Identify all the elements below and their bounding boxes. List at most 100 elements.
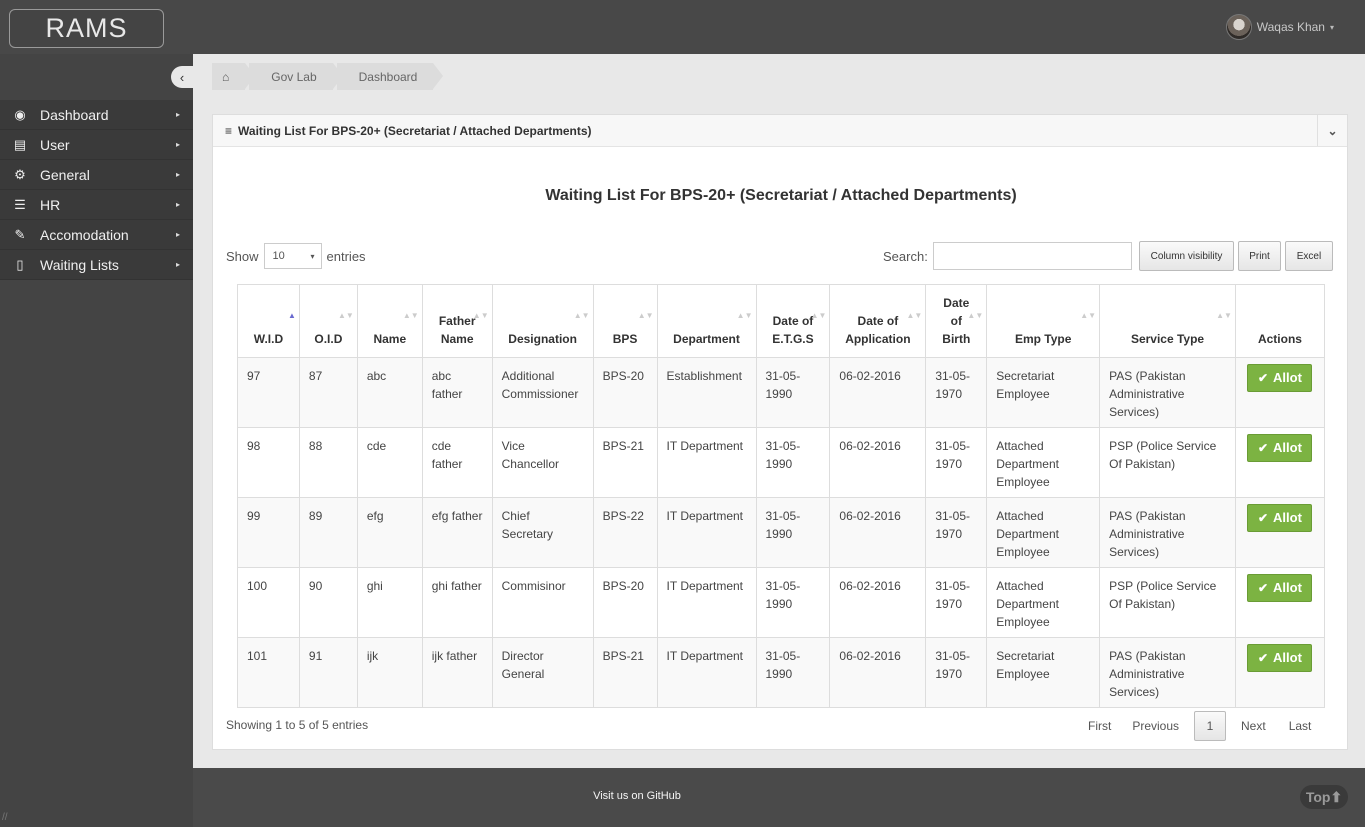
- actions-cell: ✔ Allot: [1234, 637, 1326, 708]
- table-cell: 31-05-1990: [755, 637, 831, 708]
- table-cell: ghi father: [421, 567, 493, 638]
- column-header[interactable]: Department ▲▼: [656, 284, 757, 358]
- pagination-last[interactable]: Last: [1275, 711, 1321, 741]
- entries-label: entries: [326, 248, 366, 264]
- caret-right-icon: ▸: [175, 170, 180, 179]
- sidebar-collapse-button[interactable]: ‹: [171, 66, 193, 88]
- pagination-next[interactable]: Next: [1232, 711, 1275, 741]
- column-header[interactable]: W.I.D ▲: [237, 284, 300, 358]
- column-header[interactable]: Father Name ▲▼: [421, 284, 493, 358]
- table-cell: 101: [237, 637, 300, 708]
- allot-button[interactable]: ✔ Allot: [1247, 364, 1313, 392]
- box-header: ≡ Waiting List For BPS-20+ (Secretariat …: [213, 115, 1347, 147]
- table-cell: 31-05-1990: [755, 427, 831, 498]
- sidebar-item-general[interactable]: ⚙ General ▸: [0, 160, 193, 190]
- pagination-previous[interactable]: Previous: [1120, 711, 1188, 741]
- table-cell: ijk father: [421, 637, 493, 708]
- pagination-page-1[interactable]: 1: [1194, 711, 1227, 741]
- table-cell: BPS-20: [592, 357, 658, 428]
- print-button[interactable]: Print: [1238, 241, 1281, 271]
- select-caret-icon: ▾: [310, 251, 315, 261]
- column-header-label: Designation: [508, 332, 577, 346]
- table-cell: 88: [298, 427, 358, 498]
- column-header-label: Date: [943, 296, 970, 310]
- pagination-first[interactable]: First: [1079, 711, 1120, 741]
- sort-icon: ▲▼: [637, 311, 654, 320]
- sidebar-item-label: Dashboard: [40, 106, 109, 123]
- caret-right-icon: ▸: [175, 260, 180, 269]
- search-input[interactable]: [932, 242, 1132, 270]
- sidebar-item-label: Accomodation: [40, 226, 129, 243]
- allot-button[interactable]: ✔ Allot: [1247, 644, 1313, 672]
- brand-logo[interactable]: RAMS: [9, 9, 164, 48]
- column-visibility-button[interactable]: Column visibility: [1139, 241, 1234, 271]
- sort-icon: ▲▼: [736, 311, 753, 320]
- column-header-label: Birth: [942, 332, 971, 346]
- sidebar-nav: ◉ Dashboard ▸ ▤ User ▸ ⚙ General ▸ ☰ HR …: [0, 100, 193, 280]
- table-cell: 100: [237, 567, 300, 638]
- table-cell: 31-05-1970: [925, 567, 988, 638]
- table-cell: 98: [237, 427, 300, 498]
- table-cell: BPS-20: [592, 567, 658, 638]
- search-control: Search:: [883, 242, 1132, 270]
- user-menu[interactable]: Waqas Khan ▾: [1225, 13, 1334, 41]
- box-header-title: Waiting List For BPS-20+ (Secretariat / …: [238, 123, 592, 138]
- sidebar-item-dashboard[interactable]: ◉ Dashboard ▸: [0, 100, 193, 130]
- box-collapse-button[interactable]: ⌄: [1317, 115, 1347, 146]
- column-header[interactable]: BPS ▲▼: [592, 284, 658, 358]
- entries-length-select[interactable]: 10 ▾: [263, 243, 322, 269]
- sidebar-item-label: HR: [40, 196, 61, 213]
- table-header-row: W.I.D ▲ O.I.D ▲▼ Name ▲▼ Father Name ▲▼ Designati…: [237, 284, 1326, 358]
- column-header-label: BPS: [612, 332, 638, 346]
- avatar: [1225, 14, 1252, 40]
- column-header-label: Service Type: [1130, 332, 1205, 346]
- table-cell: Chief Secretary: [491, 497, 594, 568]
- waiting-list-table: W.I.D ▲ O.I.D ▲▼ Name ▲▼ Father Name ▲▼ Designati…: [237, 284, 1326, 708]
- sidebar-item-user[interactable]: ▤ User ▸: [0, 130, 193, 160]
- breadcrumb-dashboard[interactable]: Dashboard: [336, 63, 444, 90]
- caret-right-icon: ▸: [175, 140, 180, 149]
- sidebar-item-hr[interactable]: ☰ HR ▸: [0, 190, 193, 220]
- main-content: ⌂ Gov Lab Dashboard ≡ Waiting List For B…: [193, 54, 1365, 768]
- column-header[interactable]: Designation ▲▼: [491, 284, 594, 358]
- sort-icon: ▲▼: [573, 311, 590, 320]
- breadcrumb-home[interactable]: ⌂: [212, 63, 256, 90]
- column-header[interactable]: Emp Type ▲▼: [986, 284, 1101, 358]
- table-cell: IT Department: [656, 567, 757, 638]
- column-header[interactable]: O.I.D ▲▼: [298, 284, 358, 358]
- pen-icon: ✎: [14, 226, 26, 242]
- column-header[interactable]: Date of Application ▲▼: [829, 284, 927, 358]
- excel-button[interactable]: Excel: [1285, 241, 1333, 271]
- github-link[interactable]: Visit us on GitHub: [0, 790, 1274, 802]
- allot-button[interactable]: ✔ Allot: [1247, 504, 1313, 532]
- resize-handle-icon: //: [2, 812, 8, 823]
- sidebar-item-label: User: [40, 136, 70, 153]
- column-header[interactable]: Name ▲▼: [356, 284, 423, 358]
- allot-button[interactable]: ✔ Allot: [1247, 574, 1313, 602]
- column-header[interactable]: Date of E.T.G.S ▲▼: [755, 284, 831, 358]
- caret-right-icon: ▸: [175, 110, 180, 119]
- server-icon: ☰: [14, 196, 26, 212]
- table-cell: PAS (Pakistan Administrative Services): [1099, 497, 1236, 568]
- sidebar-item-waiting-lists[interactable]: ▯ Waiting Lists ▸: [0, 250, 193, 280]
- table-cell: 31-05-1970: [925, 637, 988, 708]
- table-row: 100 90 ghi ghi father Commisinor BPS-20 IT Dep…: [237, 567, 1326, 638]
- table-cell: 89: [298, 497, 358, 568]
- sidebar-item-accomodation[interactable]: ✎ Accomodation ▸: [0, 220, 193, 250]
- column-header-label: Name: [373, 332, 407, 346]
- column-header-label: Emp Type: [1014, 332, 1072, 346]
- breadcrumb: ⌂ Gov Lab Dashboard: [212, 63, 444, 90]
- table-cell: abc: [356, 357, 423, 428]
- column-header[interactable]: Date of Birth ▲▼: [925, 284, 988, 358]
- sidebar-item-label: General: [40, 166, 90, 183]
- table-cell: cde father: [421, 427, 493, 498]
- back-to-top-button[interactable]: Top ⬆: [1300, 785, 1348, 809]
- allot-button-label: Allot: [1273, 370, 1302, 385]
- column-header-label: Name: [440, 332, 474, 346]
- bars-icon: ≡: [225, 123, 233, 138]
- column-header[interactable]: Service Type ▲▼: [1099, 284, 1236, 358]
- breadcrumb-gov-lab[interactable]: Gov Lab: [249, 63, 344, 90]
- table-cell: Vice Chancellor: [491, 427, 594, 498]
- allot-button[interactable]: ✔ Allot: [1247, 434, 1313, 462]
- caret-right-icon: ▸: [175, 230, 180, 239]
